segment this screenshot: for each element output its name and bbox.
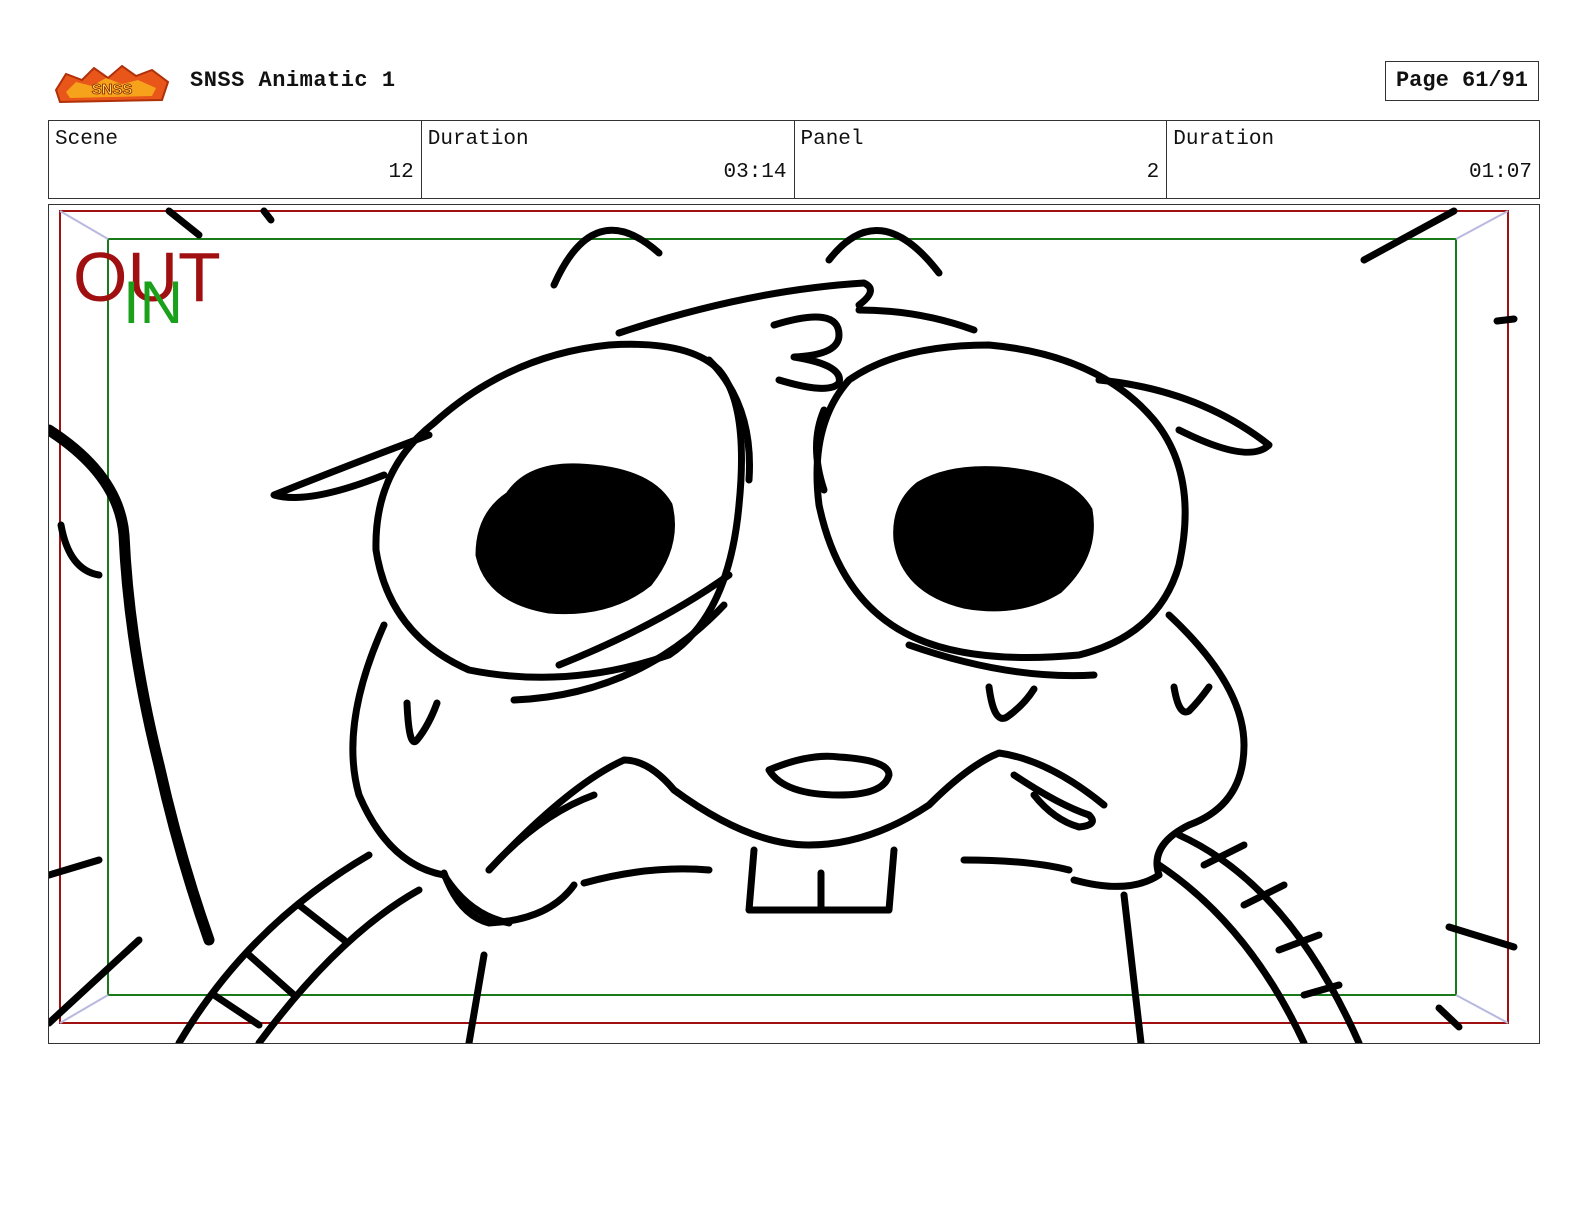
logo-wordmark: SNSS	[92, 81, 133, 98]
scene-duration-label: Duration	[427, 128, 529, 151]
storyboard-drawing: OUT IN	[49, 207, 1518, 1043]
panel-duration-value: 01:07	[1468, 161, 1532, 184]
frame-guides	[59, 210, 1509, 1024]
panel-duration-label: Duration	[1173, 128, 1275, 151]
show-logo: SNSS	[52, 60, 172, 106]
in-label: IN	[123, 269, 183, 336]
scene-duration-value: 03:14	[723, 161, 787, 184]
out-frame	[59, 210, 1509, 1024]
storyboard-panel: OUT IN	[48, 204, 1540, 1044]
scene-cell: Scene 12	[49, 121, 422, 198]
scene-info-table: Scene 12 Duration 03:14 Panel 2 Duration…	[48, 120, 1540, 199]
panel-label: Panel	[800, 128, 864, 151]
character-sketch	[49, 207, 1518, 1043]
document-title: SNSS Animatic 1	[190, 68, 396, 93]
panel-value: 2	[1146, 161, 1160, 184]
scene-duration-cell: Duration 03:14	[422, 121, 795, 198]
scene-value: 12	[388, 161, 414, 184]
panel-cell: Panel 2	[795, 121, 1168, 198]
panel-duration-cell: Duration 01:07	[1167, 121, 1539, 198]
scene-label: Scene	[55, 128, 119, 151]
page-indicator: Page 61/91	[1385, 61, 1539, 101]
